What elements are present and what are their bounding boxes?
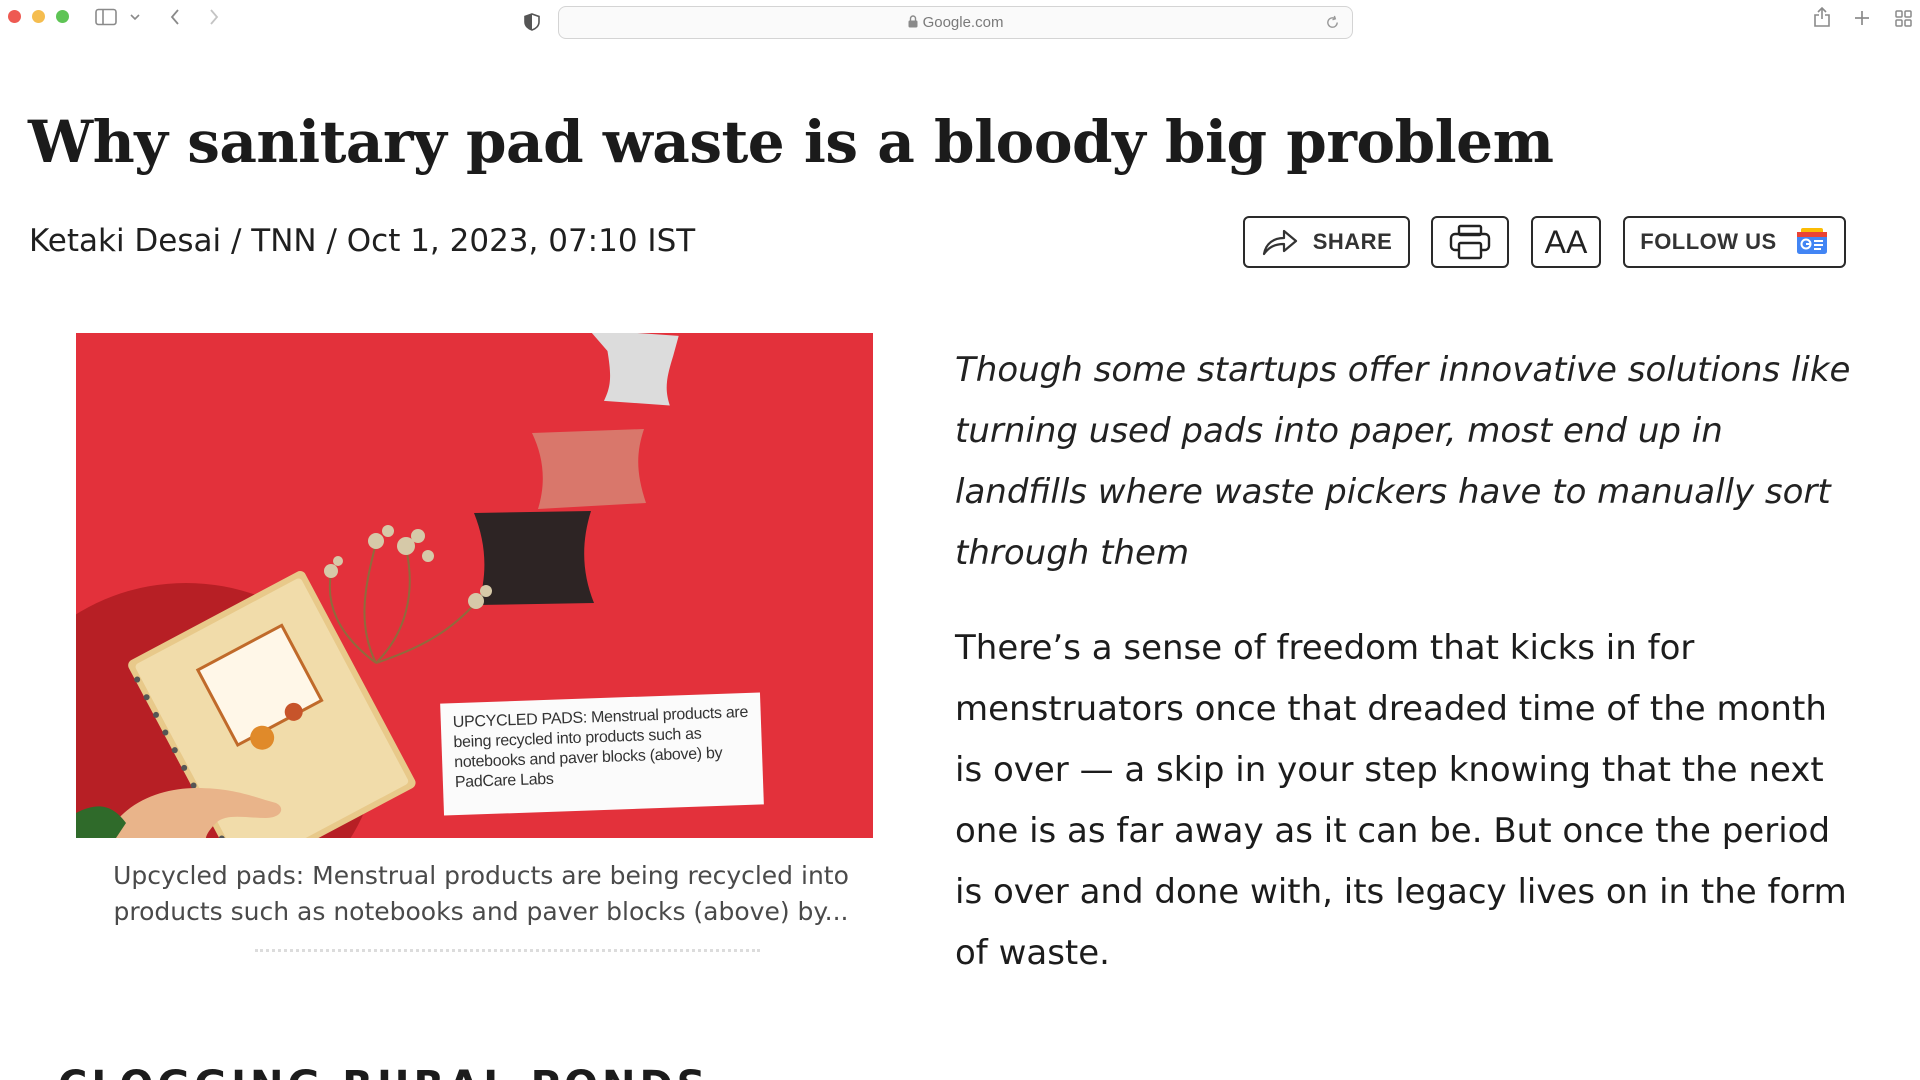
follow-us-label: FOLLOW US bbox=[1640, 229, 1777, 254]
google-news-icon bbox=[1795, 227, 1829, 257]
shield-icon[interactable] bbox=[522, 11, 542, 33]
article-byline: Ketaki Desai / TNN / Oct 1, 2023, 07:10 … bbox=[29, 223, 696, 259]
share-icon[interactable] bbox=[1810, 4, 1834, 30]
image-overlay-caption-box: UPCYCLED PADS: Menstrual products are be… bbox=[440, 692, 764, 816]
article-headline: Why sanitary pad waste is a bloody big p… bbox=[28, 108, 1554, 176]
sidebar-icon[interactable] bbox=[94, 7, 118, 27]
forward-icon[interactable] bbox=[203, 5, 225, 29]
share-arrow-icon bbox=[1261, 227, 1299, 257]
back-icon[interactable] bbox=[164, 5, 186, 29]
address-bar[interactable]: Google.com bbox=[558, 6, 1353, 39]
image-overlay-caption: UPCYCLED PADS: Menstrual products are be… bbox=[452, 703, 749, 792]
new-tab-icon[interactable] bbox=[1851, 7, 1873, 29]
article-paragraph: There’s a sense of freedom that kicks in… bbox=[955, 628, 1847, 973]
share-button[interactable]: SHARE bbox=[1243, 216, 1410, 268]
section-heading: CLOGGING RURAL PONDS bbox=[58, 1063, 709, 1080]
caption-divider bbox=[255, 949, 760, 952]
reload-icon[interactable] bbox=[1325, 15, 1340, 34]
font-size-button[interactable]: AA bbox=[1531, 216, 1601, 268]
close-window-button[interactable] bbox=[8, 10, 21, 23]
article-summary: Though some startups offer innovative so… bbox=[955, 350, 1851, 573]
follow-us-button[interactable]: FOLLOW US bbox=[1623, 216, 1846, 268]
browser-toolbar: Google.com bbox=[0, 0, 1920, 44]
printer-icon bbox=[1449, 224, 1491, 260]
tab-overview-icon[interactable] bbox=[1892, 7, 1914, 29]
lock-icon bbox=[908, 15, 918, 32]
minimize-window-button[interactable] bbox=[32, 10, 45, 23]
print-button[interactable] bbox=[1431, 216, 1509, 268]
font-size-label: AA bbox=[1544, 223, 1588, 260]
image-caption[interactable]: Upcycled pads: Menstrual products are be… bbox=[86, 858, 876, 930]
article-image[interactable]: UPCYCLED PADS: Menstrual products are be… bbox=[76, 333, 873, 838]
chevron-down-icon[interactable] bbox=[128, 10, 142, 24]
zoom-window-button[interactable] bbox=[56, 10, 69, 23]
url-text: Google.com bbox=[922, 14, 1004, 31]
share-label: SHARE bbox=[1312, 229, 1393, 254]
